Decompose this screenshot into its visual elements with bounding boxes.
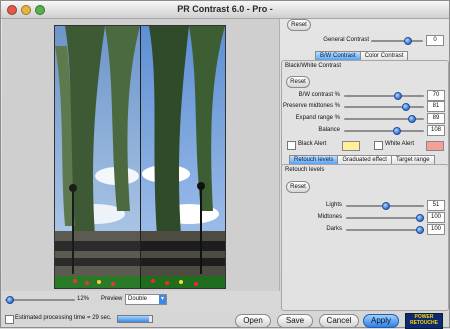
midtones-track xyxy=(346,217,424,219)
balance-track xyxy=(344,130,424,132)
expand-range-value[interactable]: 89 xyxy=(427,113,445,124)
bw-reset-button[interactable]: Reset xyxy=(286,76,310,88)
general-contrast-value[interactable]: 0 xyxy=(426,35,444,46)
balance-label: Balance xyxy=(318,127,340,133)
zoom-slider-track xyxy=(5,299,75,301)
darks-track xyxy=(346,229,424,231)
after-image xyxy=(141,26,225,288)
white-alert-checkbox[interactable] xyxy=(374,141,383,150)
zoom-slider[interactable] xyxy=(5,296,75,304)
midtones-value[interactable]: 100 xyxy=(427,212,445,223)
open-button[interactable]: Open xyxy=(235,314,271,328)
midtones-label: Midtones xyxy=(317,214,342,220)
chevron-down-icon: ▾ xyxy=(159,295,166,304)
midtones-knob[interactable] xyxy=(416,214,424,222)
bw-contrast-box: Black/White Contrast Reset B/W contrast … xyxy=(281,60,449,168)
zoom-row: 12% Preview Double ▾ xyxy=(5,293,275,307)
preserve-midtones-value[interactable]: 81 xyxy=(427,101,445,112)
bw-contrast-slider[interactable] xyxy=(344,92,424,100)
expand-range-slider[interactable] xyxy=(344,115,424,123)
black-alert-label: Black Alert xyxy=(298,141,327,147)
general-contrast-slider[interactable] xyxy=(371,37,423,45)
preview-area xyxy=(2,19,280,291)
app-window: PR Contrast 6.0 - Pro - 12% Preview Doub… xyxy=(0,0,450,329)
midtones-slider[interactable] xyxy=(346,214,424,222)
save-button[interactable]: Save xyxy=(277,314,313,328)
window-title: PR Contrast 6.0 - Pro - xyxy=(177,4,273,14)
lights-knob[interactable] xyxy=(382,202,390,210)
darks-label: Darks xyxy=(326,226,342,232)
bw-contrast-track xyxy=(344,95,424,97)
cancel-button[interactable]: Cancel xyxy=(319,314,359,328)
settings-panel: Reset General Contrast 0 B/W Contrast Co… xyxy=(281,19,449,311)
bw-box-title: Black/White Contrast xyxy=(285,63,342,69)
logo-line-2: RETOUCHE xyxy=(410,320,438,326)
darks-slider[interactable] xyxy=(346,226,424,234)
preview-select[interactable]: Double ▾ xyxy=(125,294,167,305)
expand-range-label: Expand range % xyxy=(295,115,340,121)
apply-button[interactable]: Apply xyxy=(363,314,399,328)
black-alert-checkbox[interactable] xyxy=(287,141,296,150)
preserve-midtones-track xyxy=(344,106,424,108)
balance-value[interactable]: 108 xyxy=(427,125,445,136)
balance-knob[interactable] xyxy=(393,127,401,135)
zoom-slider-knob[interactable] xyxy=(6,296,14,304)
title-bar: PR Contrast 6.0 - Pro - xyxy=(1,1,449,19)
white-alert-label: White Alert xyxy=(385,141,415,147)
black-alert-swatch[interactable] xyxy=(342,141,360,151)
retouch-levels-box: Retouch levels Reset Lights 51 Midtones … xyxy=(281,164,449,311)
power-retouche-logo: POWER RETOUCHE xyxy=(405,313,443,329)
lights-slider[interactable] xyxy=(346,202,424,210)
preview-label: Preview xyxy=(101,296,123,302)
zoom-value: 12% xyxy=(77,296,90,302)
expand-range-knob[interactable] xyxy=(408,115,416,123)
lights-value[interactable]: 51 xyxy=(427,200,445,211)
darks-knob[interactable] xyxy=(416,226,424,234)
white-alert-swatch[interactable] xyxy=(426,141,444,151)
before-after-preview[interactable] xyxy=(54,25,226,289)
retouch-box-title: Retouch levels xyxy=(285,167,325,173)
preserve-midtones-slider[interactable] xyxy=(344,103,424,111)
general-contrast-label: General Contrast xyxy=(323,37,369,43)
processing-progress-fill xyxy=(118,316,149,322)
status-text: Estimated processing time = 29 sec. xyxy=(15,315,112,321)
darks-value[interactable]: 100 xyxy=(427,224,445,235)
preview-selected: Double xyxy=(128,296,148,302)
general-contrast-track xyxy=(371,40,423,42)
general-reset-button[interactable]: Reset xyxy=(287,19,311,31)
preserve-midtones-label: Preserve midtones % xyxy=(282,103,340,109)
estimate-checkbox[interactable] xyxy=(5,315,14,324)
before-image xyxy=(55,26,140,288)
balance-slider[interactable] xyxy=(344,127,424,135)
general-contrast-knob[interactable] xyxy=(404,37,412,45)
bw-contrast-knob[interactable] xyxy=(394,92,402,100)
lights-label: Lights xyxy=(325,202,342,208)
bw-contrast-label: B/W contrast % xyxy=(298,92,340,98)
preserve-midtones-knob[interactable] xyxy=(402,103,410,111)
bw-contrast-value[interactable]: 70 xyxy=(427,90,445,101)
processing-progress xyxy=(117,315,153,323)
retouch-reset-button[interactable]: Reset xyxy=(286,181,310,193)
